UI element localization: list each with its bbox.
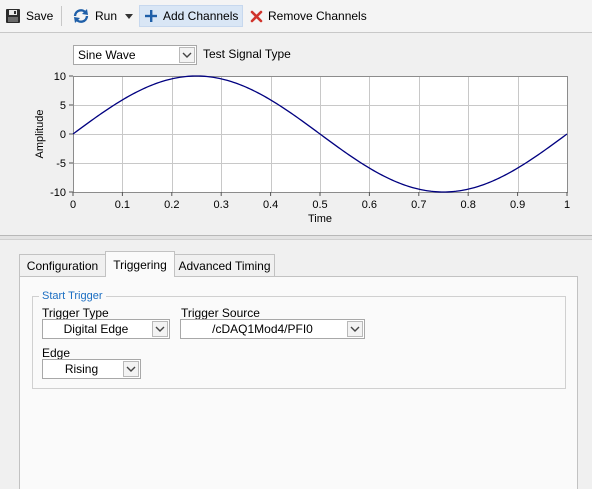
- toolbar-separator: [61, 6, 62, 26]
- x-tick-label: 0.3: [214, 199, 229, 211]
- tab-advanced-timing[interactable]: Advanced Timing: [174, 254, 275, 276]
- edge-select[interactable]: Rising: [42, 359, 141, 379]
- trigger-type-value: Digital Edge: [63, 322, 129, 336]
- y-tick-label: 0: [60, 129, 66, 141]
- x-tick-label: 0.2: [164, 199, 179, 211]
- toolbar: Save Run Add Channels Remove Channels: [0, 0, 592, 33]
- y-axis-ticks: 10 5 0 -5 -10: [50, 71, 73, 199]
- y-tick-label: -10: [50, 187, 66, 199]
- x-tick-label: 0.4: [263, 199, 278, 211]
- y-axis-label: Amplitude: [34, 110, 46, 159]
- run-dropdown-button[interactable]: [124, 5, 134, 27]
- edge-label: Edge: [42, 346, 71, 360]
- waveform-graph[interactable]: 0 0.1 0.2 0.3 0.4 0.5 0.6 0.7 0.8 0.9 1 1050-5-10 …: [0, 34, 592, 234]
- tab-configuration-label: Configuration: [26, 258, 99, 273]
- remove-channels-label: Remove Channels: [268, 9, 367, 23]
- chevron-down-icon[interactable]: [152, 321, 168, 337]
- x-axis-ticks: 0 0.1 0.2 0.3 0.4 0.5 0.6 0.7 0.8 0.9 1: [70, 192, 570, 211]
- x-tick-label: 1: [564, 199, 570, 211]
- trigger-type-select[interactable]: Digital Edge: [42, 319, 170, 339]
- start-trigger-title: Start Trigger: [39, 290, 106, 302]
- x-axis-label: Time: [308, 213, 332, 225]
- save-label: Save: [26, 9, 54, 23]
- tab-configuration[interactable]: Configuration: [19, 254, 106, 276]
- x-tick-label: 0.7: [411, 199, 426, 211]
- red-x-icon: [250, 10, 263, 22]
- caret-down-icon: [125, 14, 133, 19]
- trigger-type-label: Trigger Type: [42, 306, 109, 320]
- add-channels-button[interactable]: Add Channels: [139, 5, 244, 27]
- splitter-bar[interactable]: [0, 235, 592, 240]
- x-tick-label: 0.8: [461, 199, 476, 211]
- x-tick-label: 0.9: [510, 199, 525, 211]
- trigger-source-value: /cDAQ1Mod4/PFI0: [212, 322, 313, 336]
- tab-triggering-label: Triggering: [113, 257, 167, 272]
- add-channels-label: Add Channels: [163, 9, 239, 23]
- plus-icon: [145, 10, 157, 22]
- trigger-source-label: Trigger Source: [181, 306, 260, 320]
- x-tick-label: 0: [70, 199, 76, 211]
- edge-value: Rising: [64, 362, 99, 376]
- x-tick-label: 0.6: [362, 199, 377, 211]
- chevron-down-icon[interactable]: [347, 321, 363, 337]
- x-tick-label: 0.5: [312, 199, 327, 211]
- x-tick-label: 0.1: [115, 199, 130, 211]
- run-button[interactable]: Run: [72, 5, 117, 27]
- y-tick-label: -5: [56, 158, 66, 170]
- refresh-icon: [73, 9, 89, 23]
- save-button[interactable]: Save: [5, 5, 53, 27]
- run-label: Run: [95, 9, 118, 23]
- y-tick-label: 5: [60, 100, 66, 112]
- tab-triggering[interactable]: Triggering: [105, 251, 175, 277]
- tab-advanced-timing-label: Advanced Timing: [178, 258, 271, 273]
- trigger-source-select[interactable]: /cDAQ1Mod4/PFI0: [180, 319, 365, 339]
- y-tick-label: 10: [54, 71, 66, 83]
- chevron-down-icon[interactable]: [123, 361, 139, 377]
- remove-channels-button[interactable]: Remove Channels: [250, 5, 367, 27]
- floppy-disk-icon: [6, 9, 20, 23]
